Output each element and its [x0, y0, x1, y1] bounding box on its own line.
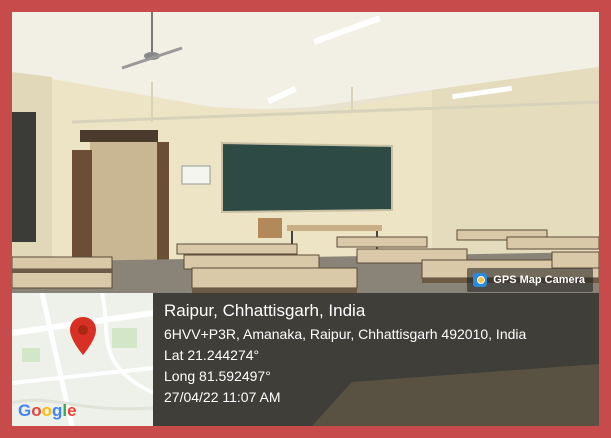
gps-map-camera-badge: GPS Map Camera — [467, 268, 593, 292]
camera-app-icon — [473, 273, 488, 287]
longitude: Long 81.592497° — [164, 368, 271, 384]
badge-label: GPS Map Camera — [493, 274, 585, 286]
timestamp: 27/04/22 11:07 AM — [164, 389, 281, 405]
classroom-photo: GPS Map Camera Google Raipur, Chhattisga… — [12, 12, 599, 426]
latitude: Lat 21.244274° — [164, 347, 260, 363]
location-address: 6HVV+P3R, Amanaka, Raipur, Chhattisgarh … — [164, 326, 527, 342]
google-logo: Google — [18, 401, 77, 420]
location-info: Raipur, Chhattisgarh, India 6HVV+P3R, Am… — [164, 299, 526, 408]
photo-frame: GPS Map Camera Google Raipur, Chhattisga… — [0, 0, 611, 438]
map-pin-icon — [70, 317, 96, 355]
location-title: Raipur, Chhattisgarh, India — [164, 301, 366, 320]
map-thumbnail: Google — [12, 293, 153, 426]
location-overlay: Google Raipur, Chhattisgarh, India 6HVV+… — [12, 293, 599, 426]
